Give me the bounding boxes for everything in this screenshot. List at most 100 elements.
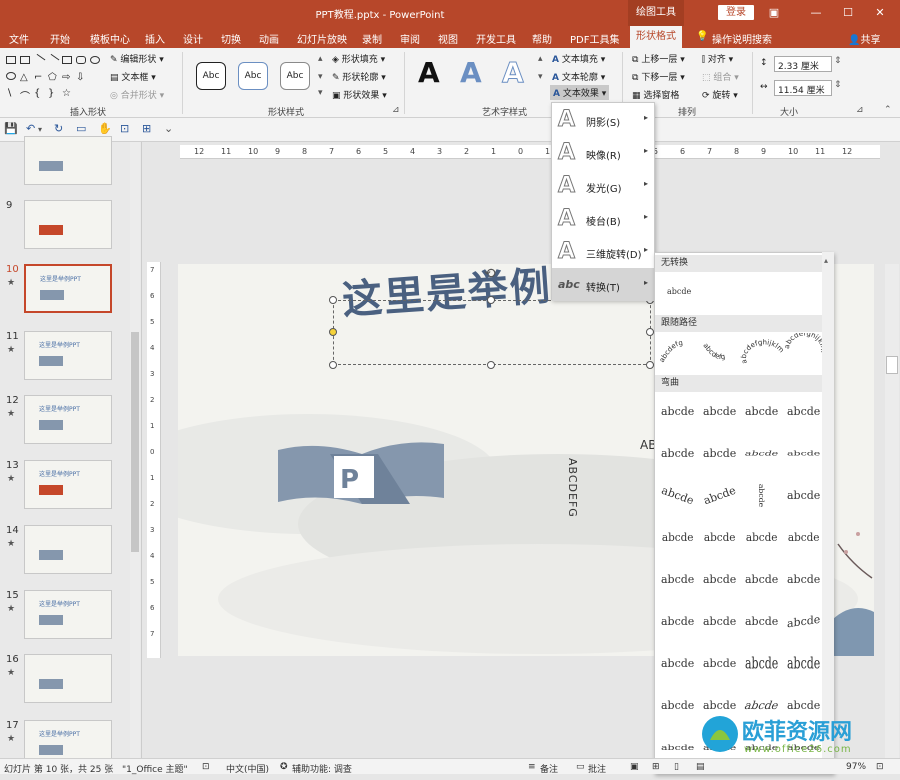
warp-transform-option[interactable]: abcde [743, 699, 781, 712]
wordart-style-3[interactable]: A [502, 56, 525, 90]
bring-forward-button[interactable]: ⧉ 上移一层 ▾ [632, 52, 685, 65]
screenshot-icon[interactable]: ⊡ [120, 122, 129, 135]
warp-transform-option[interactable]: abcde [703, 405, 736, 418]
warp-transform-option[interactable]: abcde [788, 531, 820, 544]
warp-transform-option[interactable]: abcde [661, 657, 694, 670]
tab-transitions[interactable]: 切换 [221, 31, 241, 46]
warp-transform-option[interactable]: abcde [703, 615, 736, 628]
shape-curve1[interactable]: ∖ [6, 88, 16, 99]
redo-icon[interactable]: ↻ [54, 122, 63, 135]
warp-transform-option[interactable]: abcde [661, 447, 694, 460]
minimize-icon[interactable]: — [806, 4, 826, 22]
width-input[interactable]: 11.54 厘米 [774, 80, 832, 96]
editor-vertical-scrollbar[interactable] [885, 264, 899, 758]
slide-thumbnail[interactable]: 13 ★ 这里是举例PPT [0, 460, 128, 520]
merge-shapes-button[interactable]: ◎ 合并形状 ▾ [110, 88, 164, 101]
warp-transform-option[interactable]: abcde [787, 699, 820, 712]
follow-path-samples[interactable]: abcdefg abcdefg abcdefghijklm abcdefghij… [659, 333, 825, 371]
warp-transform-option[interactable]: abcde [703, 447, 736, 460]
slide-thumbnail[interactable]: 9 [0, 200, 128, 260]
tab-view[interactable]: 视图 [438, 31, 458, 46]
tab-home[interactable]: 开始 [50, 31, 70, 46]
resize-handle-t[interactable] [487, 296, 495, 304]
shape-triangle[interactable]: △ [20, 72, 30, 83]
slide-thumbnail[interactable]: 14 ★ [0, 525, 128, 585]
comments-button[interactable]: 批注 [588, 762, 606, 775]
touch-mode-icon[interactable]: ✋ [98, 122, 112, 135]
shape-block-arrow[interactable]: ⇨ [62, 72, 72, 83]
rotate-handle-icon[interactable]: ⟲ [484, 266, 496, 282]
warp-transform-option[interactable]: abcde [662, 531, 694, 544]
tab-animations[interactable]: 动画 [259, 31, 279, 46]
warp-transform-option[interactable]: abcde [704, 531, 736, 544]
shape-circle[interactable] [6, 72, 16, 80]
shape-style-3[interactable]: Abc [280, 62, 310, 90]
normal-view-icon[interactable]: ▣ [630, 762, 639, 772]
tab-shape-format[interactable]: 形状格式 [630, 26, 682, 48]
vertical-text-box[interactable]: ABCDEFG [566, 458, 579, 518]
shape-arrow[interactable] [46, 53, 60, 67]
size-dialog-launcher-icon[interactable]: ⊿ [856, 105, 864, 115]
undo-icon[interactable]: ↶ [26, 122, 35, 135]
text-effects-item[interactable]: A 阴影(S) ▸ [552, 103, 654, 136]
shape-down-arrow[interactable]: ⇩ [76, 72, 86, 83]
path-arch-down[interactable]: abcdefg [701, 342, 726, 361]
slide-thumbnail-image[interactable]: 这里是举例PPT [24, 331, 112, 380]
warp-transform-option[interactable]: abcde [703, 699, 736, 712]
group-button[interactable]: ⬚ 组合 ▾ [702, 70, 739, 83]
accessibility-status[interactable]: 辅助功能: 调查 [292, 762, 352, 775]
maximize-icon[interactable]: ☐ [838, 4, 858, 22]
reading-view-icon[interactable]: ▯ [674, 762, 679, 772]
customize-qat-icon[interactable]: ⌄ [164, 122, 173, 135]
present-icon[interactable]: ⊞ [142, 122, 151, 135]
slide-thumbnail-image[interactable]: 这里是举例PPT [24, 460, 112, 509]
resize-handle-r[interactable] [646, 328, 654, 336]
shape-style-1[interactable]: Abc [196, 62, 226, 90]
resize-handle-tl[interactable] [329, 296, 337, 304]
save-icon[interactable]: 💾 [4, 122, 18, 135]
slide-thumbnail-image[interactable]: 这里是举例PPT [24, 395, 112, 444]
shape-round-rect[interactable] [76, 56, 86, 64]
transform-none[interactable]: abcde [667, 287, 691, 296]
warp-transform-option[interactable]: abcde [787, 654, 820, 672]
slide-thumbnail[interactable]: 15 ★ 这里是举例PPT [0, 590, 128, 650]
spellcheck-icon[interactable]: ⊡ [202, 762, 210, 772]
text-effects-item[interactable]: abc 转换(T) ▸ [552, 268, 654, 301]
path-circle[interactable]: abcdefghijklm [740, 338, 786, 364]
selection-pane-button[interactable]: ▦ 选择窗格 [632, 88, 679, 101]
tab-developer[interactable]: 开发工具 [476, 31, 516, 46]
warp-transform-option[interactable]: abcde [702, 484, 738, 508]
rotate-button[interactable]: ⟳ 旋转 ▾ [702, 88, 738, 101]
resize-handle-bl[interactable] [329, 361, 337, 369]
slide-thumbnail[interactable]: 10 ★ 这里是举例PPT [0, 264, 128, 324]
slide-thumbnail[interactable]: 12 ★ 这里是举例PPT [0, 395, 128, 455]
tab-slideshow[interactable]: 幻灯片放映 [297, 31, 347, 46]
transform-submenu-scrollbar[interactable]: ▴ ▾ [822, 252, 834, 774]
close-icon[interactable]: ✕ [870, 4, 890, 22]
slide-thumbnail-image[interactable] [24, 525, 112, 574]
warp-transform-option[interactable]: abcde [661, 615, 694, 628]
dialog-launcher-icon[interactable]: ⊿ [392, 105, 400, 115]
scroll-up-icon[interactable]: ▴ [824, 256, 828, 265]
wordart-style-1[interactable]: A [418, 56, 440, 89]
tab-template-center[interactable]: 模板中心 [90, 31, 130, 46]
ribbon-display-icon[interactable]: ▣ [764, 4, 784, 22]
shape-lshape[interactable]: ⌐ [34, 72, 44, 83]
shape-oval[interactable] [90, 56, 100, 64]
warp-transform-option[interactable]: abcde [757, 484, 766, 507]
shape-bracket[interactable]: { [34, 88, 44, 99]
slide-thumbnail[interactable]: 11 ★ 这里是举例PPT [0, 331, 128, 391]
text-outline-button[interactable]: A 文本轮廓 ▾ [552, 70, 605, 83]
wordart-gallery-down-icon[interactable]: ▾ [538, 72, 543, 82]
tab-pdf-tools[interactable]: PDF工具集 [570, 31, 619, 46]
warp-transform-option[interactable]: abcde [787, 613, 820, 631]
slide-sorter-icon[interactable]: ⊞ [652, 762, 660, 772]
warp-transform-option[interactable]: abcde [746, 531, 778, 544]
tab-design[interactable]: 设计 [183, 31, 203, 46]
warp-transform-option[interactable]: abcde [661, 743, 694, 752]
send-backward-button[interactable]: ⧉ 下移一层 ▾ [632, 70, 685, 83]
warp-transform-option[interactable]: abcde [660, 484, 696, 508]
adjust-handle[interactable] [329, 328, 337, 336]
warp-transform-option[interactable]: abcde [787, 405, 820, 418]
warp-transform-option[interactable]: abcde [744, 450, 780, 458]
